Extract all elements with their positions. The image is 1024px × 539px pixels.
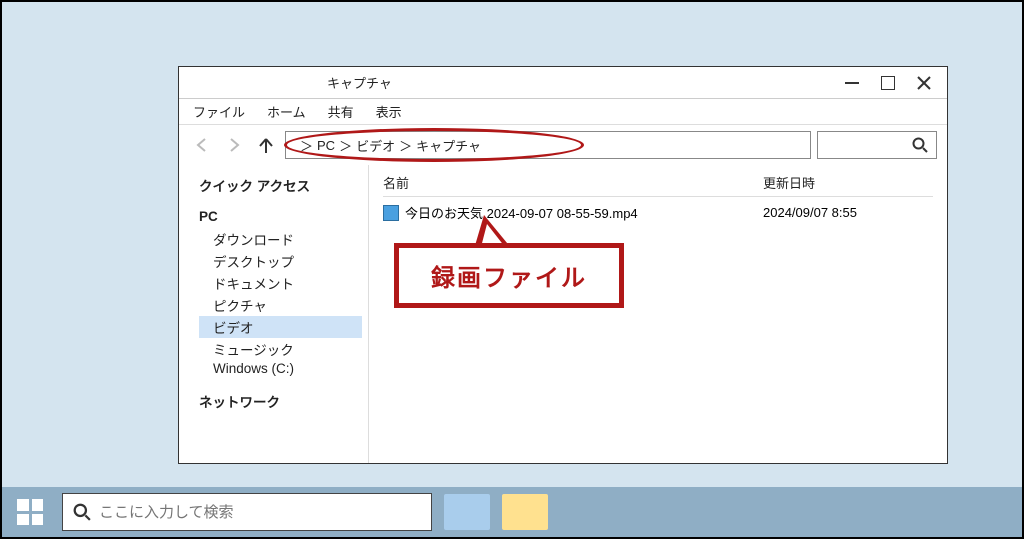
sidebar-item-desktop[interactable]: デスクトップ bbox=[199, 250, 368, 272]
column-header-name[interactable]: 名前 bbox=[383, 173, 763, 192]
file-explorer-window: キャプチャ ファイル ホーム 共有 表示 ＞ PC ＞ ビデオ ＞ bbox=[178, 66, 948, 464]
breadcrumb-video[interactable]: ビデオ bbox=[356, 136, 395, 155]
explorer-body: クイック アクセス PC ダウンロード デスクトップ ドキュメント ピクチャ ビ… bbox=[179, 165, 947, 463]
sidebar-item-documents[interactable]: ドキュメント bbox=[199, 272, 368, 294]
menu-share[interactable]: 共有 bbox=[328, 102, 354, 121]
taskbar-app-2[interactable] bbox=[502, 494, 548, 530]
sidebar-item-downloads[interactable]: ダウンロード bbox=[199, 228, 368, 250]
breadcrumb-sep: ＞ bbox=[399, 136, 412, 155]
column-headers: 名前 更新日時 bbox=[383, 173, 933, 197]
sidebar-pc[interactable]: PC bbox=[199, 209, 368, 224]
navigation-bar: ＞ PC ＞ ビデオ ＞ キャプチャ bbox=[179, 125, 947, 165]
breadcrumb-pc[interactable]: PC bbox=[317, 138, 335, 153]
callout-label: 録画ファイル bbox=[394, 243, 624, 308]
sidebar-item-pictures[interactable]: ピクチャ bbox=[199, 294, 368, 316]
menubar: ファイル ホーム 共有 表示 bbox=[179, 99, 947, 125]
menu-home[interactable]: ホーム bbox=[267, 102, 306, 121]
file-row[interactable]: 今日のお天気 2024-09-07 08-55-59.mp4 2024/09/0… bbox=[383, 197, 933, 228]
sidebar-network[interactable]: ネットワーク bbox=[199, 391, 368, 411]
address-bar[interactable]: ＞ PC ＞ ビデオ ＞ キャプチャ bbox=[285, 131, 811, 159]
menu-file[interactable]: ファイル bbox=[193, 102, 245, 121]
file-list-pane: 名前 更新日時 今日のお天気 2024-09-07 08-55-59.mp4 2… bbox=[369, 165, 947, 463]
file-name: 今日のお天気 2024-09-07 08-55-59.mp4 bbox=[405, 203, 763, 222]
column-header-date[interactable]: 更新日時 bbox=[763, 173, 815, 192]
sidebar-item-cdrive[interactable]: Windows (C:) bbox=[199, 360, 368, 377]
back-button[interactable] bbox=[189, 132, 215, 158]
window-title: キャプチャ bbox=[327, 73, 392, 92]
up-button[interactable] bbox=[253, 132, 279, 158]
annotation-callout: 録画ファイル bbox=[394, 243, 624, 308]
close-button[interactable] bbox=[915, 74, 933, 92]
windows-logo-icon bbox=[17, 499, 43, 525]
forward-button[interactable] bbox=[221, 132, 247, 158]
taskbar-app-1[interactable] bbox=[444, 494, 490, 530]
breadcrumb-capture[interactable]: キャプチャ bbox=[416, 136, 481, 155]
menu-view[interactable]: 表示 bbox=[376, 102, 402, 121]
minimize-button[interactable] bbox=[843, 74, 861, 92]
titlebar[interactable]: キャプチャ bbox=[179, 67, 947, 99]
breadcrumb-sep: ＞ bbox=[300, 136, 313, 155]
file-date: 2024/09/07 8:55 bbox=[763, 205, 857, 220]
video-file-icon bbox=[383, 205, 399, 221]
explorer-search-field[interactable] bbox=[817, 131, 937, 159]
breadcrumb-sep: ＞ bbox=[339, 136, 352, 155]
maximize-button[interactable] bbox=[879, 74, 897, 92]
taskbar bbox=[2, 487, 1022, 537]
taskbar-search-input[interactable] bbox=[99, 504, 421, 521]
window-controls bbox=[843, 74, 947, 92]
taskbar-search-box[interactable] bbox=[62, 493, 432, 531]
navigation-pane: クイック アクセス PC ダウンロード デスクトップ ドキュメント ピクチャ ビ… bbox=[179, 165, 369, 463]
sidebar-item-music[interactable]: ミュージック bbox=[199, 338, 368, 360]
start-button[interactable] bbox=[10, 492, 50, 532]
search-icon bbox=[73, 503, 91, 521]
sidebar-quick-access[interactable]: クイック アクセス bbox=[199, 175, 368, 195]
sidebar-item-videos[interactable]: ビデオ bbox=[199, 316, 362, 338]
search-icon bbox=[912, 137, 928, 153]
